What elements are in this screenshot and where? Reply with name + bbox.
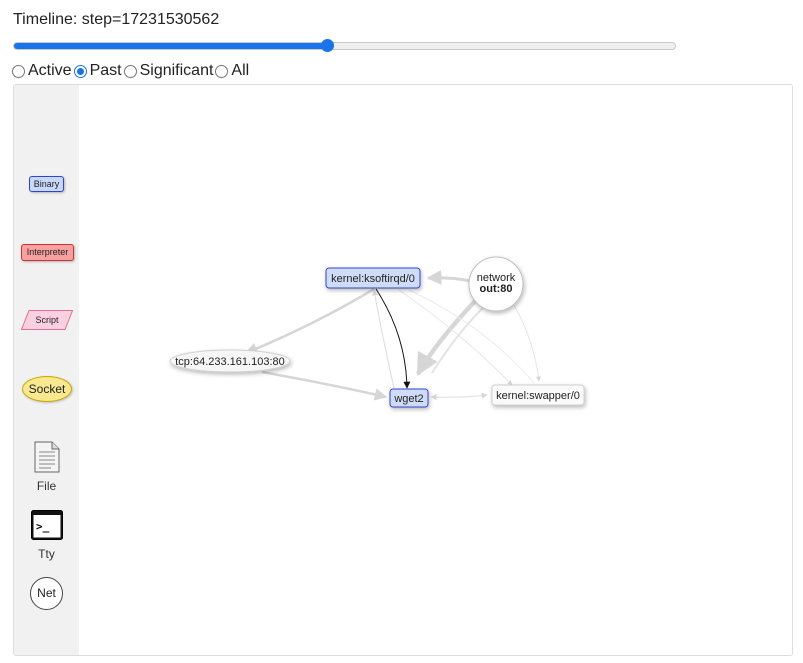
node-ksoftirqd-label: kernel:ksoftirqd/0 (331, 273, 415, 285)
radio-past-label: Past (89, 62, 122, 79)
edge-tcp-wget (261, 370, 388, 401)
radio-significant-label: Significant (139, 62, 214, 79)
radio-past[interactable]: Past (73, 62, 122, 80)
graph-canvas[interactable]: Binary Interpreter Script Socket File >_… (13, 84, 793, 656)
graph-node-tcp[interactable]: tcp:64.233.161.103:80 (169, 349, 291, 373)
radio-all-circle[interactable] (215, 64, 229, 78)
view-mode-radio-group: Active Past Significant All (12, 62, 251, 80)
radio-significant[interactable]: Significant (123, 62, 214, 80)
radio-active-label: Active (28, 62, 72, 79)
graph-node-ksoftirqd[interactable]: kernel:ksoftirqd/0 (325, 267, 421, 289)
edge-network-swapper (513, 304, 541, 382)
edge-network-ksoftirqd (426, 269, 471, 285)
app-root: Timeline: step=17231530562 Active Past S… (0, 0, 803, 663)
timeline-slider-thumb[interactable] (320, 39, 334, 52)
radio-all-label: All (231, 62, 250, 79)
edge-wget-swapper (430, 392, 488, 401)
node-tcp-label: tcp:64.233.161.103:80 (175, 356, 284, 368)
timeline-slider-track[interactable] (13, 42, 676, 50)
timeline-slider[interactable] (13, 38, 676, 54)
radio-significant-circle[interactable] (123, 64, 137, 78)
graph-svg[interactable]: kernel:ksoftirqd/0 network out:80 tcp:64… (14, 85, 792, 655)
node-wget-label: wget2 (393, 393, 423, 405)
graph-node-wget[interactable]: wget2 (389, 388, 429, 408)
edge-wget-ksoftirqd (371, 289, 395, 389)
node-swapper-label: kernel:swapper/0 (496, 390, 580, 402)
node-network-label-line2: out:80 (480, 283, 513, 295)
edge-ksoftirqd-wget (375, 288, 411, 389)
radio-active[interactable]: Active (12, 62, 72, 80)
radio-active-circle[interactable] (12, 64, 25, 78)
timeline-slider-fill (14, 43, 328, 49)
edge-network-wget (416, 298, 478, 376)
radio-all[interactable]: All (215, 62, 249, 80)
graph-node-network[interactable]: network out:80 (468, 256, 524, 312)
edge-ksoftirqd-tcp (244, 287, 375, 355)
timeline-title: Timeline: step=17231530562 (13, 11, 220, 28)
radio-past-circle[interactable] (73, 64, 87, 78)
graph-node-swapper[interactable]: kernel:swapper/0 (491, 384, 585, 406)
